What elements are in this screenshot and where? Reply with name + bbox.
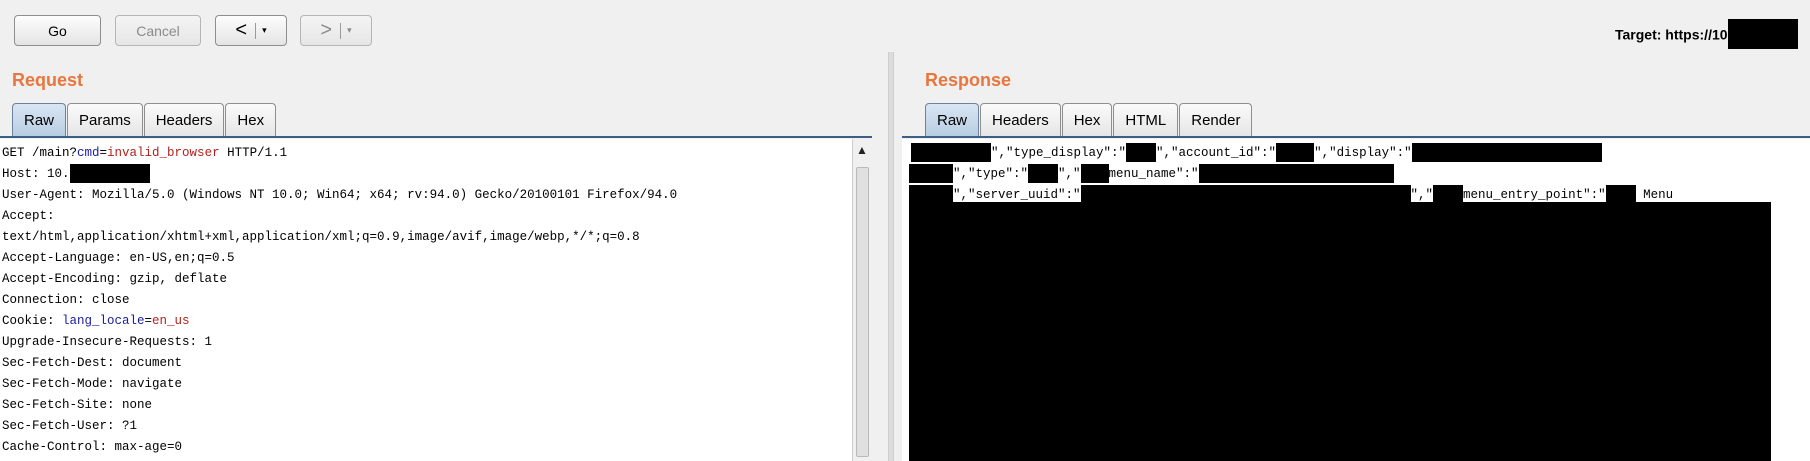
cookie-value: en_us xyxy=(152,314,190,328)
param-value: invalid_browser xyxy=(107,146,220,160)
redaction-block xyxy=(1727,19,1798,49)
request-scrollbar[interactable]: ▲ xyxy=(852,139,872,461)
cancel-label: Cancel xyxy=(136,22,180,39)
response-title: Response xyxy=(925,70,1012,90)
request-tab-headers[interactable]: Headers xyxy=(143,103,225,136)
redaction-block xyxy=(69,164,150,184)
go-label: Go xyxy=(48,22,67,39)
target-display[interactable]: Target: https://10 xyxy=(1615,19,1798,49)
back-button[interactable]: < ▾ xyxy=(215,15,287,46)
button-separator xyxy=(255,22,257,39)
redaction-block xyxy=(909,202,1771,461)
response-tab-rule xyxy=(902,136,1810,138)
response-line-1: ","type_display":" ","account_id":" ","dis… xyxy=(911,143,1602,162)
cookie-name: lang_locale xyxy=(62,314,145,328)
response-tab-hex[interactable]: Hex xyxy=(1061,103,1113,136)
response-tab-headers[interactable]: Headers xyxy=(980,103,1061,136)
response-tab-raw[interactable]: Raw xyxy=(925,103,980,136)
request-title: Request xyxy=(12,70,84,90)
go-button[interactable]: Go xyxy=(14,15,101,46)
request-tab-hex[interactable]: Hex xyxy=(225,103,277,136)
button-separator xyxy=(340,22,342,39)
response-tab-html[interactable]: HTML xyxy=(1113,103,1179,136)
request-tab-raw[interactable]: Raw xyxy=(12,103,67,136)
scroll-up-arrow-icon[interactable]: ▲ xyxy=(856,143,868,157)
response-editor[interactable]: ","type_display":" ","account_id":" ","dis… xyxy=(902,139,1810,461)
redaction-block xyxy=(1126,143,1157,162)
redaction-block xyxy=(909,164,953,183)
request-tab-params[interactable]: Params xyxy=(67,103,143,136)
response-line-2: ","type":" "," menu_name":" xyxy=(909,164,1394,183)
request-text: GET /main?cmd=invalid_browser HTTP/1.1 H… xyxy=(2,146,678,454)
request-tabs: Raw Params Headers Hex xyxy=(12,103,277,137)
redaction-block xyxy=(1198,164,1394,183)
cancel-button[interactable]: Cancel xyxy=(115,15,201,46)
redaction-block xyxy=(911,143,991,162)
dropdown-caret-icon[interactable]: ▾ xyxy=(347,25,352,36)
scroll-thumb[interactable] xyxy=(856,167,869,457)
pane-splitter[interactable] xyxy=(888,52,894,461)
chevron-right-icon: > xyxy=(320,19,333,41)
redaction-block xyxy=(1028,164,1059,183)
request-tab-rule xyxy=(0,136,872,138)
redaction-block xyxy=(1080,164,1109,183)
chevron-left-icon: < xyxy=(235,19,248,41)
toolbar: Go Cancel < ▾ > ▾ Target: https://10 xyxy=(0,0,1810,60)
request-editor[interactable]: GET /main?cmd=invalid_browser HTTP/1.1 H… xyxy=(0,139,852,461)
redaction-block xyxy=(1411,143,1602,162)
dropdown-caret-icon[interactable]: ▾ xyxy=(262,25,267,36)
response-tabs: Raw Headers Hex HTML Render xyxy=(925,103,1253,137)
redaction-block xyxy=(1276,143,1315,162)
response-tab-render[interactable]: Render xyxy=(1179,103,1253,136)
target-label: Target: https://10 xyxy=(1615,26,1728,43)
forward-button[interactable]: > ▾ xyxy=(300,15,372,46)
param-name: cmd xyxy=(77,146,100,160)
